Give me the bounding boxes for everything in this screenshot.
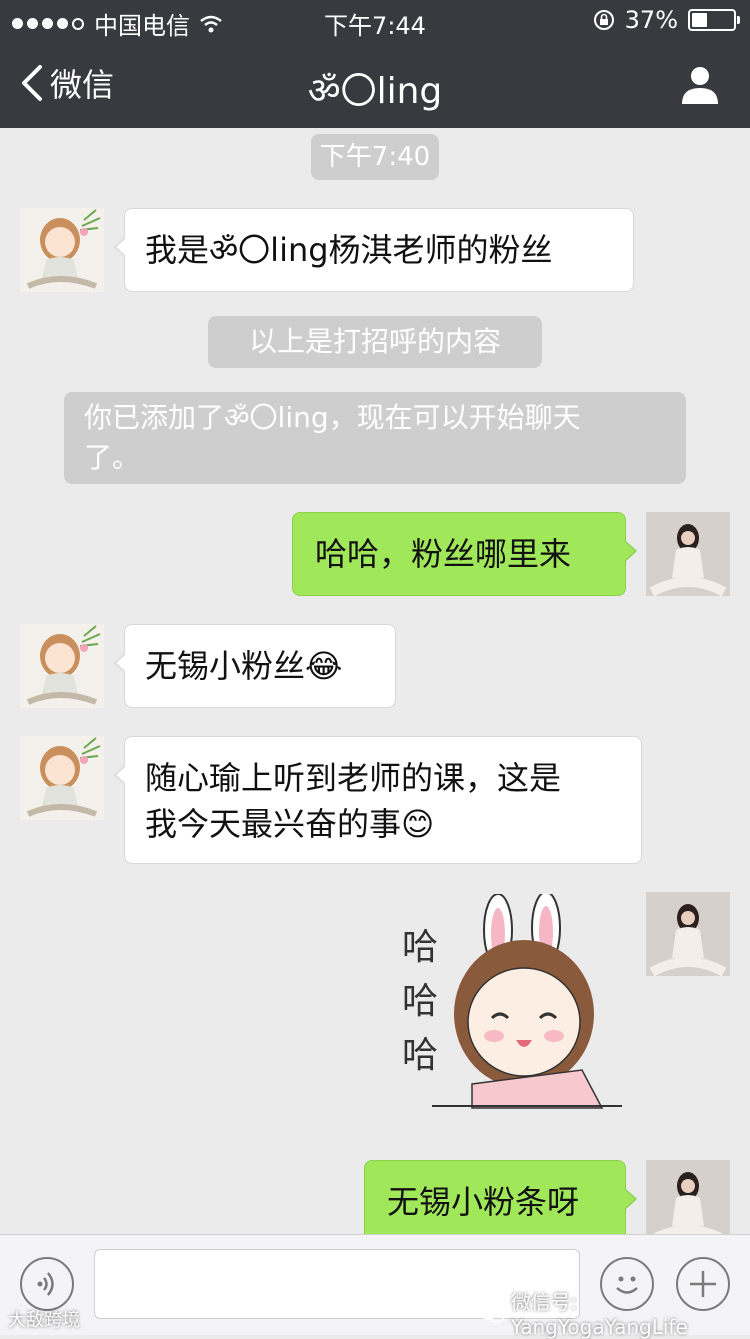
yoga-girl-avatar-icon <box>26 737 101 817</box>
greeting-note-text: 以上是打招呼的内容 <box>248 325 501 358</box>
system-notice-line1: 你已添加了ॐ〇ling，现在可以开始聊天 <box>84 401 581 434</box>
message-text: 哈哈，粉丝哪里来 <box>315 535 572 573</box>
corner-watermark-text: 大敌跨境 <box>8 1310 80 1331</box>
message-text: 无锡小粉丝😂 <box>145 647 343 685</box>
yoga-woman-avatar-icon <box>646 892 730 976</box>
system-notice: 你已添加了ॐ〇ling，现在可以开始聊天 了。 <box>64 392 686 484</box>
message-bubble-incoming[interactable]: 我是ॐ〇ling杨淇老师的粉丝 <box>114 208 634 292</box>
wechat-logo-icon <box>478 1302 505 1323</box>
message-bubble-outgoing[interactable]: 无锡小粉条呀 <box>364 1160 637 1234</box>
message-text: 无锡小粉条呀 <box>387 1183 580 1221</box>
yoga-woman-avatar-icon <box>646 512 730 596</box>
yoga-girl-avatar-icon <box>26 625 101 705</box>
sticker-message[interactable]: 哈 哈 哈 <box>396 894 630 1124</box>
yoga-woman-avatar-icon <box>646 1160 730 1234</box>
avatar-self[interactable] <box>646 512 730 596</box>
timestamp-pill: 下午7:40 <box>311 134 439 180</box>
contact-profile-icon[interactable] <box>680 64 720 104</box>
message-text: 我是ॐ〇ling杨淇老师的粉丝 <box>145 231 553 269</box>
bunny-girl-sticker-icon <box>432 894 622 1109</box>
system-notice-line2: 了。 <box>84 441 141 474</box>
voice-input-button[interactable] <box>20 1257 74 1311</box>
rotation-lock-icon <box>593 10 614 30</box>
corner-watermark: 大敌跨境 <box>8 1306 80 1332</box>
message-bubble-outgoing[interactable]: 哈哈，粉丝哪里来 <box>292 512 637 596</box>
voice-icon <box>37 1272 54 1296</box>
message-text-line2: 我今天最兴奋的事😊 <box>145 805 435 843</box>
yoga-girl-avatar-icon <box>26 209 101 289</box>
greeting-note: 以上是打招呼的内容 <box>208 316 542 368</box>
battery-percent: 37% <box>624 6 678 34</box>
wechat-id-text: 微信号: YangYogaYangLife <box>510 1290 688 1339</box>
wechat-id-watermark: 微信号: YangYogaYangLife <box>478 1286 750 1339</box>
battery-icon <box>688 9 740 31</box>
avatar-contact[interactable] <box>20 624 104 708</box>
nav-bar: 微信 ॐ〇ling <box>0 40 750 128</box>
status-bar: 中国电信 下午7:44 37% <box>0 0 750 40</box>
avatar-self[interactable] <box>646 1160 730 1234</box>
message-bubble-incoming[interactable]: 随心瑜上听到老师的课，这是 我今天最兴奋的事😊 <box>114 736 642 864</box>
avatar-contact[interactable] <box>20 736 104 820</box>
chat-area[interactable]: 下午7:40 我是ॐ〇ling杨淇老师的粉丝 以上是打招呼的内容 你已添加了ॐ〇… <box>0 128 750 1234</box>
message-text-line1: 随心瑜上听到老师的课，这是 <box>145 759 562 797</box>
message-bubble-incoming[interactable]: 无锡小粉丝😂 <box>114 624 396 708</box>
timestamp: 下午7:40 <box>319 142 431 172</box>
avatar-self[interactable] <box>646 892 730 976</box>
chat-title: ॐ〇ling <box>307 71 443 112</box>
avatar-contact[interactable] <box>20 208 104 292</box>
